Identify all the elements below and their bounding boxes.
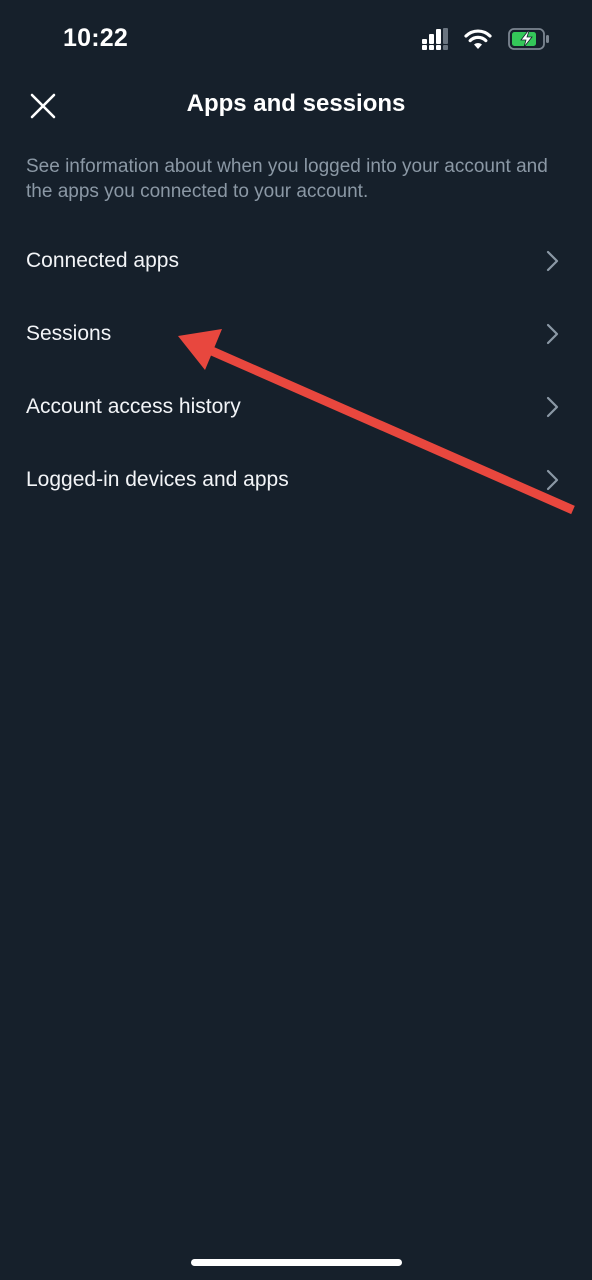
- menu-item-sessions[interactable]: Sessions: [0, 297, 592, 370]
- status-bar: 10:22: [0, 0, 592, 80]
- page-title: Apps and sessions: [186, 90, 406, 117]
- settings-menu: Connected apps Sessions Account access h…: [0, 224, 592, 516]
- home-indicator[interactable]: [191, 1259, 402, 1266]
- menu-item-logged-in-devices[interactable]: Logged-in devices and apps: [0, 443, 592, 516]
- menu-item-label: Connected apps: [26, 248, 179, 272]
- chevron-right-icon: [544, 249, 560, 273]
- header: Apps and sessions: [0, 75, 592, 137]
- cellular-signal-icon: [422, 28, 448, 50]
- chevron-right-icon: [544, 322, 560, 346]
- battery-charging-icon: [508, 28, 549, 50]
- status-icons: [422, 25, 552, 55]
- menu-item-label: Account access history: [26, 394, 241, 418]
- chevron-right-icon: [544, 468, 560, 492]
- menu-item-label: Sessions: [26, 321, 112, 345]
- status-time: 10:22: [63, 24, 128, 52]
- chevron-right-icon: [544, 395, 560, 419]
- menu-item-account-access-history[interactable]: Account access history: [0, 370, 592, 443]
- menu-item-label: Logged-in devices and apps: [26, 467, 289, 491]
- page-description: See information about when you logged in…: [26, 156, 548, 202]
- wifi-icon: [464, 29, 492, 49]
- apps-and-sessions-screen: 10:22 Apps and sessions See information …: [0, 0, 592, 1280]
- menu-item-connected-apps[interactable]: Connected apps: [0, 224, 592, 297]
